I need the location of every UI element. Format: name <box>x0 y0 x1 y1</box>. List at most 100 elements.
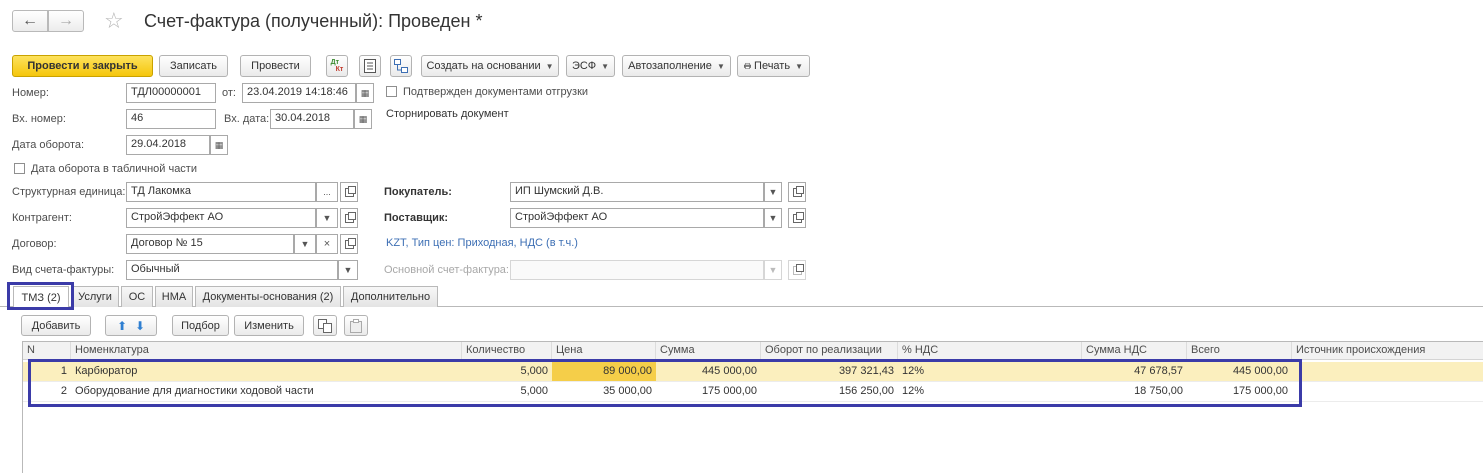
sum-cell[interactable]: 175 000,00 <box>656 382 761 401</box>
column-header-item[interactable]: Номенклатура <box>71 342 462 360</box>
turnover-cell[interactable]: 397 321,43 <box>761 362 898 381</box>
calendar-button[interactable]: ▦ <box>354 109 372 129</box>
clear-icon: × <box>323 238 331 250</box>
list-button[interactable] <box>359 55 381 77</box>
origin-cell[interactable] <box>1292 362 1483 381</box>
table-row[interactable]: 1 Карбюратор 5,000 89 000,00 445 000,00 … <box>23 362 1483 381</box>
price-cell[interactable]: 35 000,00 <box>552 382 656 401</box>
unit-field[interactable]: ТД Лакомка <box>126 182 316 202</box>
contract-field[interactable]: Договор № 15 <box>126 234 294 254</box>
item-cell[interactable]: Карбюратор <box>71 362 462 381</box>
move-buttons[interactable]: ⬆ ⬇ <box>105 315 157 336</box>
caret-down-icon: ▼ <box>322 213 332 223</box>
esf-dropdown[interactable]: ЭСФ ▼ <box>566 55 615 77</box>
column-header-quantity[interactable]: Количество <box>462 342 552 360</box>
column-header-turnover[interactable]: Оборот по реализации <box>761 342 898 360</box>
column-header-origin[interactable]: Источник происхождения <box>1292 342 1483 360</box>
create-based-on-dropdown[interactable]: Создать на основании ▼ <box>421 55 559 77</box>
total-cell[interactable]: 175 000,00 <box>1187 382 1292 401</box>
column-header-sum[interactable]: Сумма <box>656 342 761 360</box>
item-cell[interactable]: Оборудование для диагностики ходовой час… <box>71 382 462 401</box>
pick-button[interactable]: Подбор <box>172 315 229 336</box>
invoice-kind-field[interactable]: Обычный <box>126 260 338 280</box>
tab-intangibles[interactable]: НМА <box>155 286 193 307</box>
contract-clear-button[interactable]: × <box>316 234 338 254</box>
quantity-cell[interactable]: 5,000 <box>462 382 552 401</box>
calendar-button[interactable]: ▦ <box>210 135 228 155</box>
supplier-open-button[interactable] <box>788 208 806 228</box>
contract-open-button[interactable] <box>340 234 358 254</box>
tab-tmz[interactable]: ТМЗ (2) <box>13 286 69 308</box>
tab-base-documents[interactable]: Документы-основания (2) <box>195 286 341 307</box>
main-invoice-open-button <box>788 260 806 280</box>
edit-button[interactable]: Изменить <box>234 315 304 336</box>
add-row-button[interactable]: Добавить <box>21 315 91 336</box>
print-dropdown[interactable]: Печать ▼ <box>737 55 810 77</box>
row-number: 2 <box>60 385 67 397</box>
price-info-link[interactable]: KZT, Тип цен: Приходная, НДС (в т.ч.) <box>386 237 578 249</box>
supplier-field[interactable]: СтройЭффект АО <box>510 208 764 228</box>
unit-select-button[interactable]: ... <box>316 182 338 202</box>
date-from-field[interactable]: 23.04.2019 14:18:46 <box>242 83 356 103</box>
in-number-field[interactable]: 46 <box>126 109 216 129</box>
arrow-down-icon[interactable]: ⬇ <box>135 319 145 333</box>
buyer-label: Покупатель: <box>384 186 452 198</box>
column-header-vat-percent[interactable]: % НДС <box>898 342 1082 360</box>
dtkt-button[interactable]: Дт Кт <box>326 55 348 77</box>
forward-button[interactable]: → <box>48 10 84 32</box>
arrow-up-icon[interactable]: ⬆ <box>117 319 127 333</box>
copy-button[interactable] <box>313 315 337 336</box>
column-header-vat-sum[interactable]: Сумма НДС <box>1082 342 1187 360</box>
write-button[interactable]: Записать <box>159 55 228 77</box>
price-cell[interactable]: 89 000,00 <box>552 362 656 381</box>
open-icon <box>344 211 356 223</box>
origin-cell[interactable] <box>1292 382 1483 401</box>
autofill-label: Автозаполнение <box>628 60 712 72</box>
counterparty-open-button[interactable] <box>340 208 358 228</box>
row-number: 1 <box>60 365 67 377</box>
vat-percent-cell[interactable]: 12% <box>898 382 1082 401</box>
favorite-star-icon[interactable]: ☆ <box>104 8 124 34</box>
post-button[interactable]: Провести <box>240 55 311 77</box>
total-cell[interactable]: 445 000,00 <box>1187 362 1292 381</box>
turnover-date-field[interactable]: 29.04.2018 <box>126 135 210 155</box>
invoice-kind-dropdown-button[interactable]: ▼ <box>338 260 358 280</box>
turnover-cell[interactable]: 156 250,00 <box>761 382 898 401</box>
contract-dropdown-button[interactable]: ▼ <box>294 234 316 254</box>
vat-percent-cell[interactable]: 12% <box>898 362 1082 381</box>
tab-additional[interactable]: Дополнительно <box>343 286 438 307</box>
counterparty-field[interactable]: СтройЭффект АО <box>126 208 316 228</box>
column-header-total[interactable]: Всего <box>1187 342 1292 360</box>
column-header-n[interactable]: N <box>23 342 71 360</box>
unit-label: Структурная единица: <box>12 186 126 198</box>
supplier-dropdown-button[interactable]: ▼ <box>764 208 782 228</box>
vat-sum-cell[interactable]: 18 750,00 <box>1082 382 1187 401</box>
in-date-field[interactable]: 30.04.2018 <box>270 109 354 129</box>
tab-fixed-assets[interactable]: ОС <box>121 286 153 307</box>
open-icon <box>792 211 804 223</box>
calendar-button[interactable]: ▦ <box>356 83 374 103</box>
unit-open-button[interactable] <box>340 182 358 202</box>
open-icon <box>344 237 356 249</box>
table-row[interactable]: 2 Оборудование для диагностики ходовой ч… <box>23 382 1483 401</box>
buyer-field[interactable]: ИП Шумский Д.В. <box>510 182 764 202</box>
tab-services[interactable]: Услуги <box>71 286 119 307</box>
structure-button[interactable] <box>390 55 412 77</box>
back-button[interactable]: ← <box>12 10 48 32</box>
caret-down-icon: ▼ <box>343 265 353 275</box>
open-icon <box>344 185 356 197</box>
autofill-dropdown[interactable]: Автозаполнение ▼ <box>622 55 731 77</box>
counterparty-dropdown-button[interactable]: ▼ <box>316 208 338 228</box>
invoice-kind-label: Вид счета-фактуры: <box>12 264 115 276</box>
turnover-in-table-checkbox[interactable] <box>14 163 25 174</box>
vat-sum-cell[interactable]: 47 678,57 <box>1082 362 1187 381</box>
column-header-price[interactable]: Цена <box>552 342 656 360</box>
buyer-dropdown-button[interactable]: ▼ <box>764 182 782 202</box>
quantity-cell[interactable]: 5,000 <box>462 362 552 381</box>
buyer-open-button[interactable] <box>788 182 806 202</box>
number-field[interactable]: ТДЛ00000001 <box>126 83 216 103</box>
sum-cell[interactable]: 445 000,00 <box>656 362 761 381</box>
turnover-date-label: Дата оборота: <box>12 139 85 151</box>
post-and-close-button[interactable]: Провести и закрыть <box>12 55 153 77</box>
confirmed-checkbox[interactable] <box>386 86 397 97</box>
